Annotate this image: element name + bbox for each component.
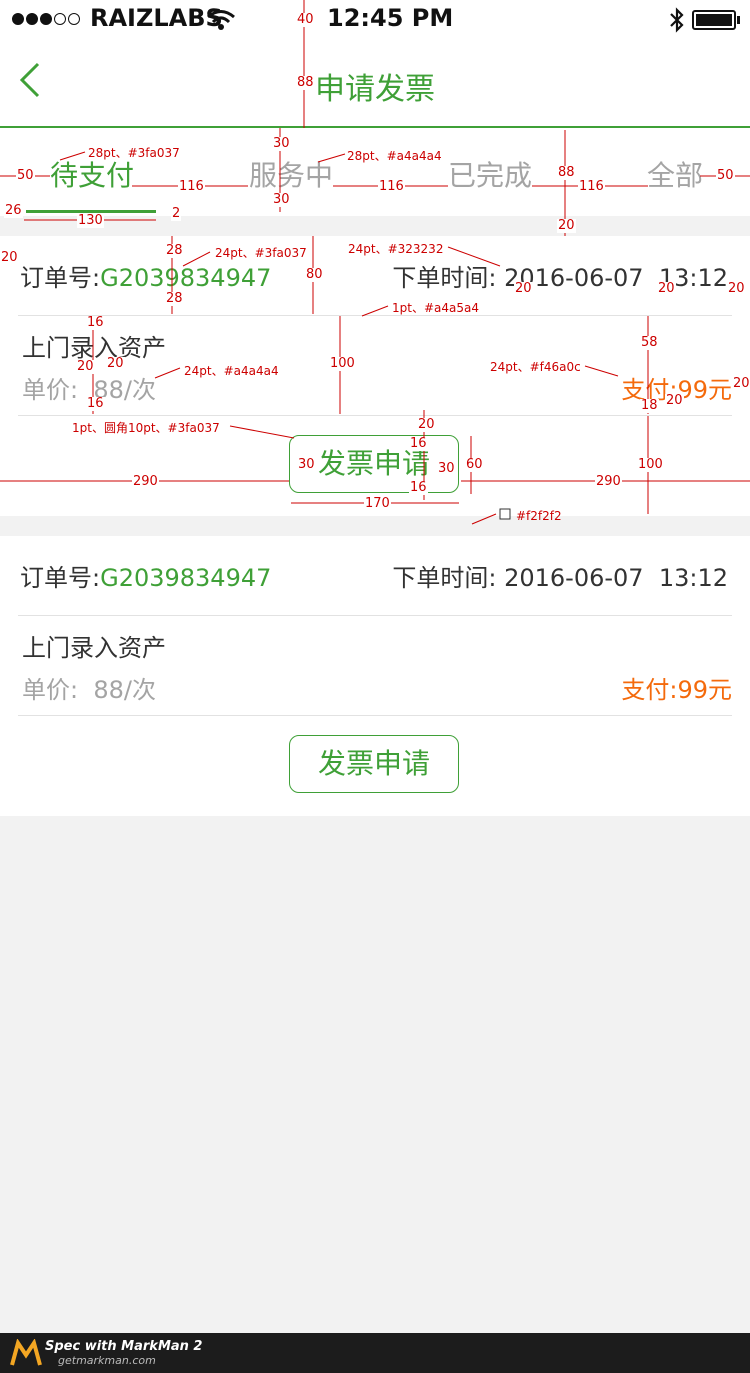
spec-note: 24pt、#a4a4a4 [184,364,279,378]
spec-dimension: 40 [296,12,315,27]
unit-price-row: 单价: 88/次 [22,670,156,705]
spec-note: 28pt、#3fa037 [88,146,180,160]
payment-amount: 99元 [677,376,732,404]
spec-dimension: 60 [465,457,484,472]
spec-dimension: 290 [595,474,622,489]
order-number: G2039834947 [100,564,272,592]
spec-dimension: 16 [86,315,105,330]
signal-dot-icon [68,13,80,25]
order-time-row: 下单时间: 2016-06-07 13:12 [392,558,728,593]
spec-dimension: 28 [165,243,184,258]
order-time-label: 下单时间: [392,264,497,292]
tab-completed[interactable]: 已完成 [448,154,532,194]
order-time-label: 下单时间: [392,564,497,592]
spec-note: 28pt、#a4a4a4 [347,149,442,163]
order-number-label: 订单号: [20,264,101,292]
spec-dimension: 30 [272,136,291,151]
service-name: 上门录入资产 [22,634,166,662]
tab-all[interactable]: 全部 [647,154,703,194]
spec-dimension: 58 [640,335,659,350]
spec-dimension: 50 [16,168,35,183]
invoice-request-button[interactable]: 发票申请 [289,735,459,793]
spec-note: #f2f2f2 [516,509,562,523]
tab-in-service[interactable]: 服务中 [249,154,333,194]
spec-dimension: 130 [77,213,104,228]
spec-dimension: 28 [165,291,184,306]
order-number-label: 订单号: [20,564,101,592]
spec-dimension: 50 [716,168,735,183]
spec-dimension: 20 [727,281,746,296]
spec-dimension: 16 [409,480,428,495]
battery-icon [692,10,736,30]
bluetooth-icon [670,7,684,33]
spec-dimension: 20 [514,281,533,296]
divider [18,615,732,616]
wifi-icon [207,10,235,30]
spec-dimension: 20 [76,359,95,374]
spec-dimension: 80 [305,267,324,282]
footer-url: getmarkman.com [58,1354,156,1367]
markman-logo-icon [10,1339,42,1366]
signal-dot-icon [12,13,24,25]
order-time: 2016-06-07 13:12 [504,564,728,592]
tab-bar: 待支付 服务中 已完成 全部 [0,128,750,216]
order-card: 订单号:G2039834947 下单时间: 2016-06-07 13:12 上… [0,536,750,816]
spec-note: 24pt、#f46a0c [490,360,581,374]
spec-dimension: 20 [557,218,576,233]
spec-dimension: 290 [132,474,159,489]
order-number-row: 订单号:G2039834947 [20,558,271,593]
signal-dot-icon [26,13,38,25]
spec-dimension: 30 [297,457,316,472]
spec-dimension: 20 [657,281,676,296]
carrier-name: RAIZLABS [90,4,223,32]
spec-dimension: 116 [178,179,205,194]
order-number-row: 订单号:G2039834947 [20,258,271,293]
order-card: 订单号:G2039834947 下单时间: 2016-06-07 13:12 上… [0,236,750,516]
spec-dimension: 26 [4,203,23,218]
page-title: 申请发票 [315,72,435,107]
spec-dimension: 18 [640,398,659,413]
spec-dimension: 16 [409,436,428,451]
status-bar: RAIZLABS 12:45 PM [0,0,750,40]
payment-row: 支付:99元 [621,670,732,705]
unit-price: 88/次 [93,676,156,704]
divider [18,415,732,416]
spec-dimension: 20 [732,376,750,391]
divider [18,315,732,316]
payment-label: 支付: [621,676,678,704]
spec-dimension: 116 [578,179,605,194]
spec-note: 24pt、#3fa037 [215,246,307,260]
order-time: 2016-06-07 13:12 [504,264,728,292]
signal-dot-icon [54,13,66,25]
spec-dimension: 100 [329,356,356,371]
spec-dimension: 20 [106,356,125,371]
unit-price-label: 单价: [22,676,79,704]
order-time-row: 下单时间: 2016-06-07 13:12 [392,258,728,293]
spec-dimension: 30 [437,461,456,476]
nav-bar: 申请发票 [0,40,750,128]
clock: 12:45 PM [327,4,454,32]
spec-dimension: 20 [665,393,684,408]
order-number: G2039834947 [100,264,272,292]
spec-dimension: 16 [86,396,105,411]
spec-dimension: 20 [417,417,436,432]
spec-dimension: 116 [378,179,405,194]
payment-amount: 99元 [677,676,732,704]
footer-brand: Spec with MarkMan 2 [45,1339,203,1354]
spec-note: 24pt、#323232 [348,242,444,256]
signal-dot-icon [40,13,52,25]
spec-dimension: 100 [637,457,664,472]
spec-dimension: 170 [364,496,391,511]
spec-dimension: 2 [171,206,182,221]
divider [18,715,732,716]
spec-dimension: 20 [0,250,19,265]
spec-note: 1pt、#a4a5a4 [392,301,479,315]
spec-dimension: 88 [296,75,315,90]
markman-footer: Spec with MarkMan 2 getmarkman.com [0,1333,750,1373]
spec-dimension: 30 [272,192,291,207]
unit-price-label: 单价: [22,376,79,404]
service-name: 上门录入资产 [22,334,166,362]
spec-dimension: 88 [557,165,576,180]
spec-note: 1pt、圆角10pt、#3fa037 [72,421,220,435]
